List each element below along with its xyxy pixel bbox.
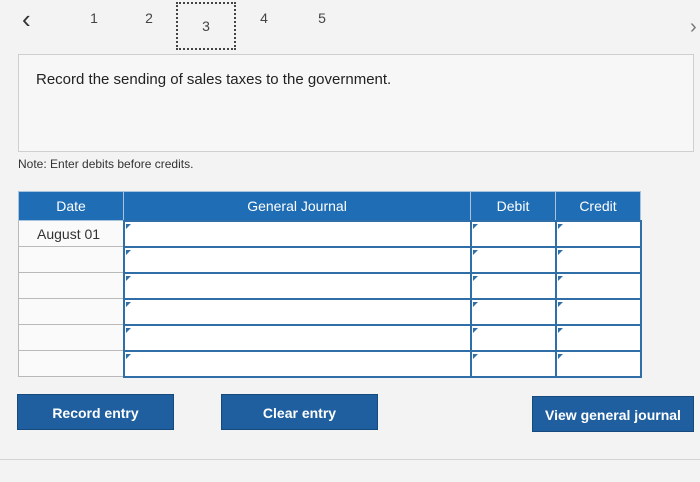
debit-input[interactable] [469, 271, 557, 300]
date-cell [18, 298, 124, 325]
table-row [18, 323, 642, 352]
account-input[interactable] [122, 349, 472, 378]
debit-input[interactable] [469, 219, 557, 248]
debit-input[interactable] [469, 297, 557, 326]
account-input[interactable] [122, 323, 472, 352]
table-row [18, 271, 642, 300]
journal-table: Date General Journal Debit Credit August… [18, 191, 642, 378]
view-general-journal-button[interactable]: View general journal [532, 396, 694, 432]
date-cell [18, 350, 124, 377]
credit-input[interactable] [554, 219, 642, 248]
date-header: Date [18, 191, 124, 221]
account-input[interactable] [122, 297, 472, 326]
credit-input[interactable] [554, 245, 642, 274]
table-row: August 01 [18, 219, 642, 248]
question-panel: Record the sending of sales taxes to the… [18, 54, 694, 152]
record-entry-button[interactable]: Record entry [17, 394, 174, 430]
page-4[interactable]: 4 [252, 10, 276, 26]
debit-input[interactable] [469, 323, 557, 352]
page-5[interactable]: 5 [310, 10, 334, 26]
pager: ‹ 1 2 3 4 5 › [0, 0, 700, 54]
table-row [18, 297, 642, 326]
credit-header: Credit [555, 191, 641, 221]
table-row [18, 349, 642, 378]
account-input[interactable] [122, 219, 472, 248]
footer-divider [0, 459, 700, 460]
page-1[interactable]: 1 [82, 10, 106, 26]
note-text: Note: Enter debits before credits. [18, 157, 194, 171]
account-input[interactable] [122, 245, 472, 274]
table-row [18, 245, 642, 274]
date-cell [18, 272, 124, 299]
chevron-left-icon[interactable]: ‹ [22, 6, 48, 32]
chevron-right-icon[interactable]: › [690, 16, 700, 38]
credit-input[interactable] [554, 349, 642, 378]
page-2[interactable]: 2 [137, 10, 161, 26]
question-text: Record the sending of sales taxes to the… [36, 71, 392, 88]
debit-input[interactable] [469, 349, 557, 378]
date-cell: August 01 [18, 220, 124, 247]
date-cell [18, 246, 124, 273]
credit-input[interactable] [554, 297, 642, 326]
account-input[interactable] [122, 271, 472, 300]
date-cell [18, 324, 124, 351]
page-3-current[interactable]: 3 [176, 2, 236, 50]
debit-header: Debit [470, 191, 556, 221]
credit-input[interactable] [554, 323, 642, 352]
debit-input[interactable] [469, 245, 557, 274]
general-journal-header: General Journal [123, 191, 471, 221]
clear-entry-button[interactable]: Clear entry [221, 394, 378, 430]
journal-header-row: Date General Journal Debit Credit [18, 191, 641, 221]
credit-input[interactable] [554, 271, 642, 300]
